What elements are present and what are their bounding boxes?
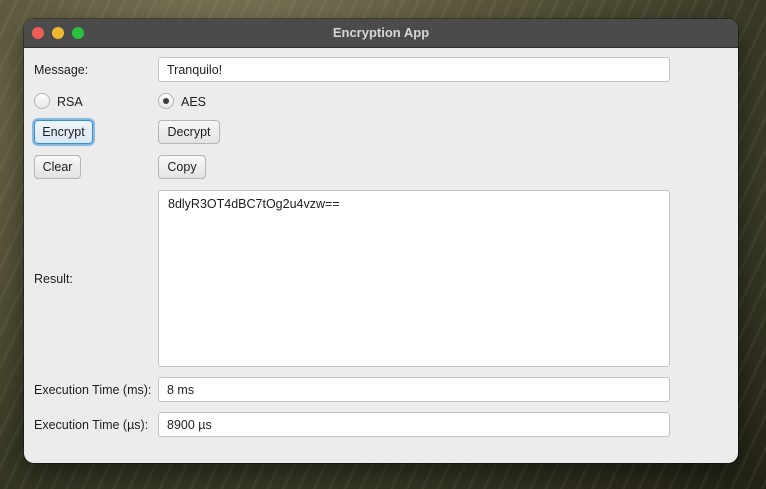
exec-time-us-label: Execution Time (µs): <box>34 418 149 432</box>
window-title: Encryption App <box>332 25 430 40</box>
result-text: 8dlyR3OT4dBC7tOg2u4vzw== <box>168 197 340 211</box>
desktop-background: Encryption App Message: Tranquilo! RSA A… <box>0 0 766 489</box>
copy-button[interactable]: Copy <box>158 155 206 179</box>
exec-time-ms-value: 8 ms <box>167 382 195 397</box>
result-textarea[interactable]: 8dlyR3OT4dBC7tOg2u4vzw== <box>158 190 670 367</box>
exec-time-us-value: 8900 µs <box>167 417 212 432</box>
message-label: Message: <box>34 63 89 77</box>
exec-time-us-field[interactable]: 8900 µs <box>158 412 670 437</box>
rsa-radio-label[interactable]: RSA <box>57 95 83 109</box>
encrypt-button[interactable]: Encrypt <box>34 120 93 144</box>
aes-radio-label[interactable]: AES <box>181 95 206 109</box>
exec-time-ms-label: Execution Time (ms): <box>34 383 152 397</box>
title-bar[interactable]: Encryption App <box>24 19 738 48</box>
result-label: Result: <box>34 272 73 286</box>
aes-radio[interactable] <box>158 93 174 109</box>
exec-time-ms-field[interactable]: 8 ms <box>158 377 670 402</box>
message-input[interactable]: Tranquilo! <box>158 57 670 82</box>
app-window: Encryption App Message: Tranquilo! RSA A… <box>24 19 738 463</box>
clear-button[interactable]: Clear <box>34 155 81 179</box>
decrypt-button[interactable]: Decrypt <box>158 120 220 144</box>
aes-radio-selected-dot <box>163 98 169 104</box>
message-input-value: Tranquilo! <box>167 62 223 77</box>
rsa-radio[interactable] <box>34 93 50 109</box>
